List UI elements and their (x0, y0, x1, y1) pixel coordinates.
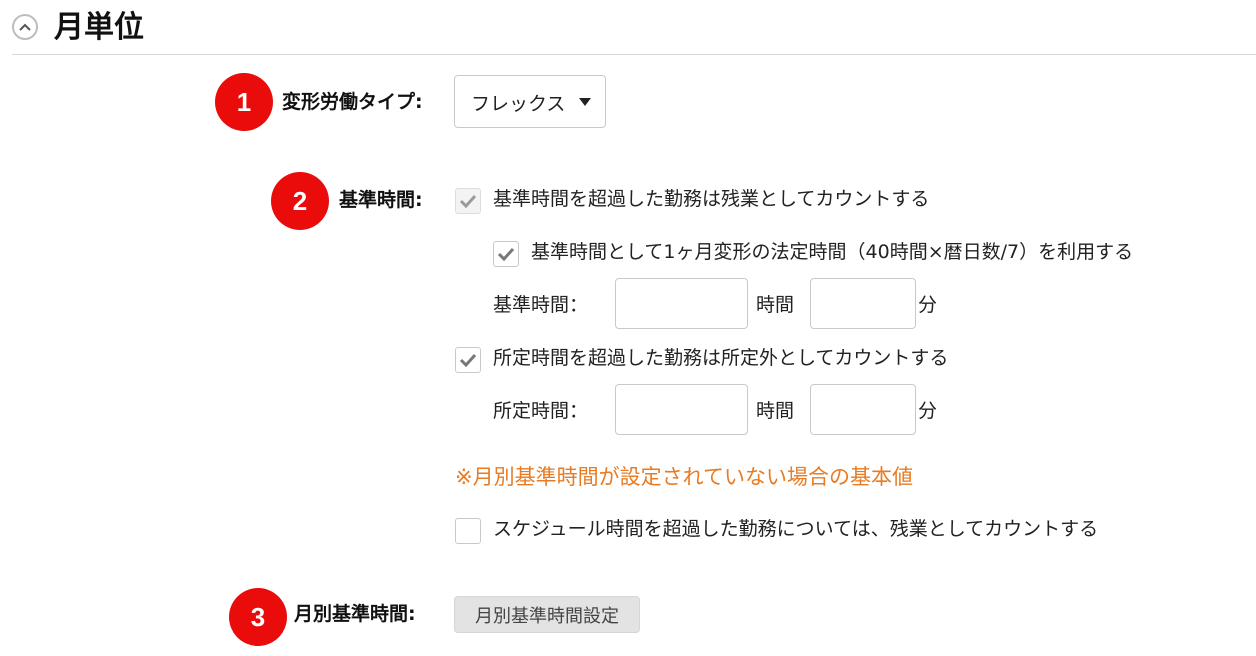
callout-badge-2: 2 (271, 172, 329, 230)
callout-badge-3: 3 (229, 588, 287, 646)
schedule-overtime-checkbox-label: スケジュール時間を超過した勤務については、残業としてカウントする (493, 518, 1099, 540)
checkmark-icon (497, 247, 515, 261)
base-hours-input[interactable] (615, 278, 748, 329)
scheduled-minutes-unit: 分 (918, 400, 938, 422)
checkmark-icon (459, 194, 477, 208)
overtime-checkbox[interactable] (455, 188, 481, 214)
section-divider (12, 54, 1256, 55)
scheduled-minutes-input[interactable] (810, 384, 916, 435)
scheduled-time-checkbox[interactable] (455, 347, 481, 373)
legal-time-checkbox-label: 基準時間として1ヶ月変形の法定時間（40時間×暦日数/7）を利用する (531, 241, 1134, 263)
checkmark-icon (459, 353, 477, 367)
section-title: 月単位 (54, 10, 144, 45)
collapse-button[interactable] (12, 14, 38, 40)
scheduled-hours-label: 所定時間： (493, 400, 589, 422)
default-value-note: ※月別基準時間が設定されていない場合の基本値 (455, 465, 913, 489)
work-type-label: 変形労働タイプ: (282, 91, 423, 113)
scheduled-hours-input[interactable] (615, 384, 748, 435)
base-hours-unit: 時間 (756, 294, 795, 316)
work-type-selected-value: フレックス (471, 93, 566, 115)
scheduled-hours-unit: 時間 (756, 400, 795, 422)
base-time-label: 基準時間: (339, 189, 423, 211)
chevron-up-icon (19, 23, 31, 31)
monthly-base-time-settings-button[interactable]: 月別基準時間設定 (454, 596, 640, 633)
base-minutes-input[interactable] (810, 278, 916, 329)
base-hours-label: 基準時間： (493, 294, 589, 316)
overtime-checkbox-label: 基準時間を超過した勤務は残業としてカウントする (493, 188, 930, 210)
base-minutes-unit: 分 (918, 294, 938, 316)
legal-time-checkbox[interactable] (493, 241, 519, 267)
work-type-select[interactable]: フレックス (454, 75, 606, 128)
callout-badge-1: 1 (215, 73, 273, 131)
scheduled-time-checkbox-label: 所定時間を超過した勤務は所定外としてカウントする (493, 347, 949, 369)
monthly-base-time-label: 月別基準時間: (294, 603, 416, 625)
schedule-overtime-checkbox[interactable] (455, 518, 481, 544)
dropdown-caret-icon (579, 98, 591, 106)
